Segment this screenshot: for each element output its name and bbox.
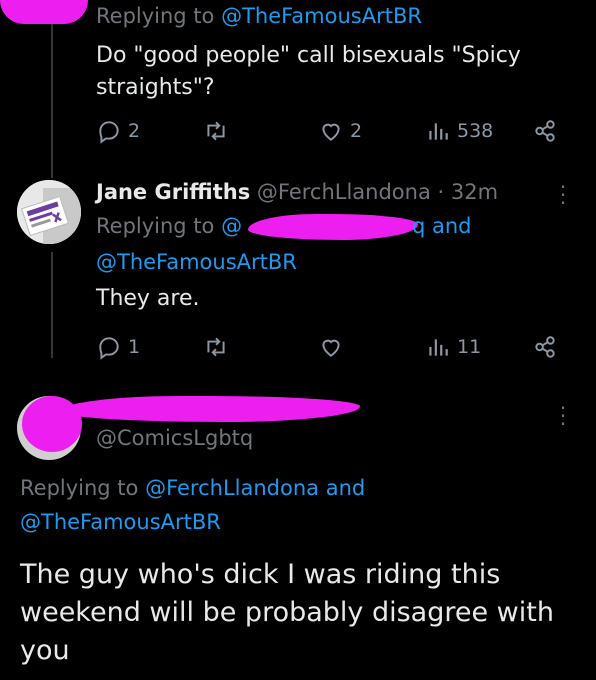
replying-label: Replying to: [96, 4, 222, 28]
share-icon: [535, 120, 555, 142]
avatar[interactable]: [17, 180, 81, 244]
reply-button[interactable]: 2: [96, 118, 140, 144]
replying-handle-link[interactable]: @FerchLlandona: [145, 476, 319, 500]
redaction-mark: [0, 0, 88, 24]
tweet-text-line: straights"?: [96, 75, 215, 100]
retweet-button[interactable]: [203, 334, 229, 360]
replying-label: Replying to: [96, 214, 222, 238]
views-count: 538: [457, 120, 494, 142]
replying-handle-tail[interactable]: q and: [412, 214, 472, 238]
tweet-text-line: you: [20, 635, 70, 666]
tweet-text-line: The guy who's dick I was riding this: [20, 559, 501, 590]
tweet-header: Jane Griffiths @FerchLlandona · 32m: [96, 180, 498, 204]
tweet-text: Do "good people" call bisexuals "Spicy s…: [96, 40, 521, 104]
retweet-button[interactable]: [203, 118, 229, 144]
user-handle[interactable]: @FerchLlandona: [257, 180, 431, 204]
replying-to: Replying to @: [96, 214, 242, 238]
reply-button[interactable]: 1: [96, 334, 140, 360]
views-icon: [429, 123, 448, 140]
redaction-mark: [248, 214, 418, 240]
replying-handle-link[interactable]: @TheFamousArtBR: [221, 4, 422, 28]
views-button[interactable]: 11: [425, 334, 481, 360]
reply-count: 2: [128, 120, 141, 142]
heart-icon: [322, 339, 340, 357]
replying-handle-link-2[interactable]: @TheFamousArtBR: [96, 250, 297, 274]
like-count: 2: [350, 120, 363, 142]
thread-line: [51, 252, 53, 358]
heart-icon: [322, 123, 340, 141]
more-icon[interactable]: · · ·: [556, 177, 570, 213]
redaction-mark: [60, 396, 360, 422]
like-button[interactable]: [318, 334, 344, 360]
display-name[interactable]: Jane Griffiths: [96, 180, 250, 204]
avatar-image: [17, 180, 81, 244]
views-button[interactable]: 538: [425, 118, 493, 144]
replying-handle-link-2[interactable]: @TheFamousArtBR: [20, 510, 221, 534]
retweet-icon: [207, 121, 225, 141]
replying-handle-link[interactable]: @: [221, 214, 242, 238]
replying-and: and: [319, 476, 366, 500]
timestamp[interactable]: · 32m: [438, 180, 499, 204]
tweet-text: They are.: [96, 286, 200, 311]
replying-label: Replying to: [20, 476, 146, 500]
reply-count: 1: [128, 336, 141, 358]
share-icon: [535, 336, 555, 358]
share-button[interactable]: [532, 334, 558, 360]
share-button[interactable]: [532, 118, 558, 144]
replying-to: Replying to @FerchLlandona and: [20, 476, 365, 500]
views-count: 11: [457, 336, 482, 358]
user-handle[interactable]: @ComicsLgbtq: [96, 426, 253, 450]
more-icon[interactable]: · · ·: [556, 398, 570, 434]
tweet-text-line: weekend will be probably disagree with: [20, 597, 554, 628]
reply-icon: [99, 337, 119, 360]
thread-line: [51, 0, 53, 178]
reply-icon: [99, 121, 119, 144]
retweet-icon: [207, 337, 225, 357]
views-icon: [429, 339, 448, 356]
tweet-text: The guy who's dick I was riding this wee…: [20, 556, 590, 670]
like-button[interactable]: 2: [318, 118, 362, 144]
tweet-text-line: Do "good people" call bisexuals "Spicy: [96, 43, 521, 68]
replying-to: Replying to @TheFamousArtBR: [96, 4, 422, 28]
